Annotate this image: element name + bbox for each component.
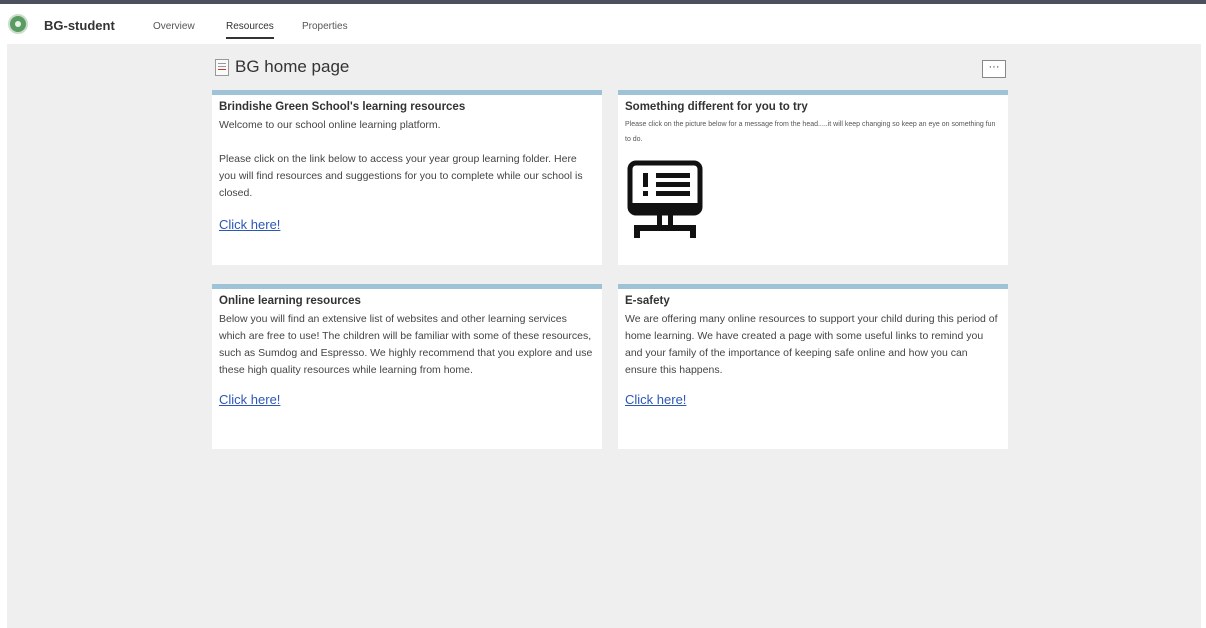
page-icon	[215, 58, 229, 76]
card-title: Online learning resources	[219, 295, 361, 307]
tab-properties[interactable]: Properties	[302, 21, 348, 32]
card-body: We are offering many online resources to…	[625, 313, 998, 376]
card-intro: Welcome to our school online learning pl…	[219, 119, 441, 131]
click-here-link[interactable]: Click here!	[219, 217, 280, 232]
card-something-different: Something different for you to try Pleas…	[618, 90, 1008, 265]
click-here-link[interactable]: Click here!	[219, 392, 280, 407]
card-body: Please click on the link below to access…	[219, 153, 583, 199]
site-name[interactable]: BG-student	[44, 18, 115, 33]
page-header: BG home page	[215, 55, 349, 79]
card-body: Below you will find an extensive list of…	[219, 313, 593, 376]
page-title: BG home page	[235, 57, 350, 76]
site-logo-icon[interactable]	[8, 14, 28, 34]
tab-overview[interactable]: Overview	[153, 21, 195, 32]
top-navigation-bar: BG-student Overview Resources Properties	[0, 0, 1206, 44]
monitor-announcement-icon[interactable]	[626, 159, 706, 241]
card-e-safety: E-safety We are offering many online res…	[618, 284, 1008, 449]
card-title: Brindishe Green School's learning resour…	[219, 101, 466, 113]
main-content-area	[7, 44, 1201, 628]
card-online-learning: Online learning resources Below you will…	[212, 284, 602, 449]
click-here-link[interactable]: Click here!	[625, 392, 686, 407]
tab-resources[interactable]: Resources	[226, 21, 274, 39]
card-title: E-safety	[625, 295, 670, 307]
card-title: Something different for you to try	[625, 101, 808, 113]
more-options-button[interactable]: ···	[982, 60, 1006, 78]
card-learning-resources: Brindishe Green School's learning resour…	[212, 90, 602, 265]
card-body: Please click on the picture below for a …	[625, 121, 996, 143]
